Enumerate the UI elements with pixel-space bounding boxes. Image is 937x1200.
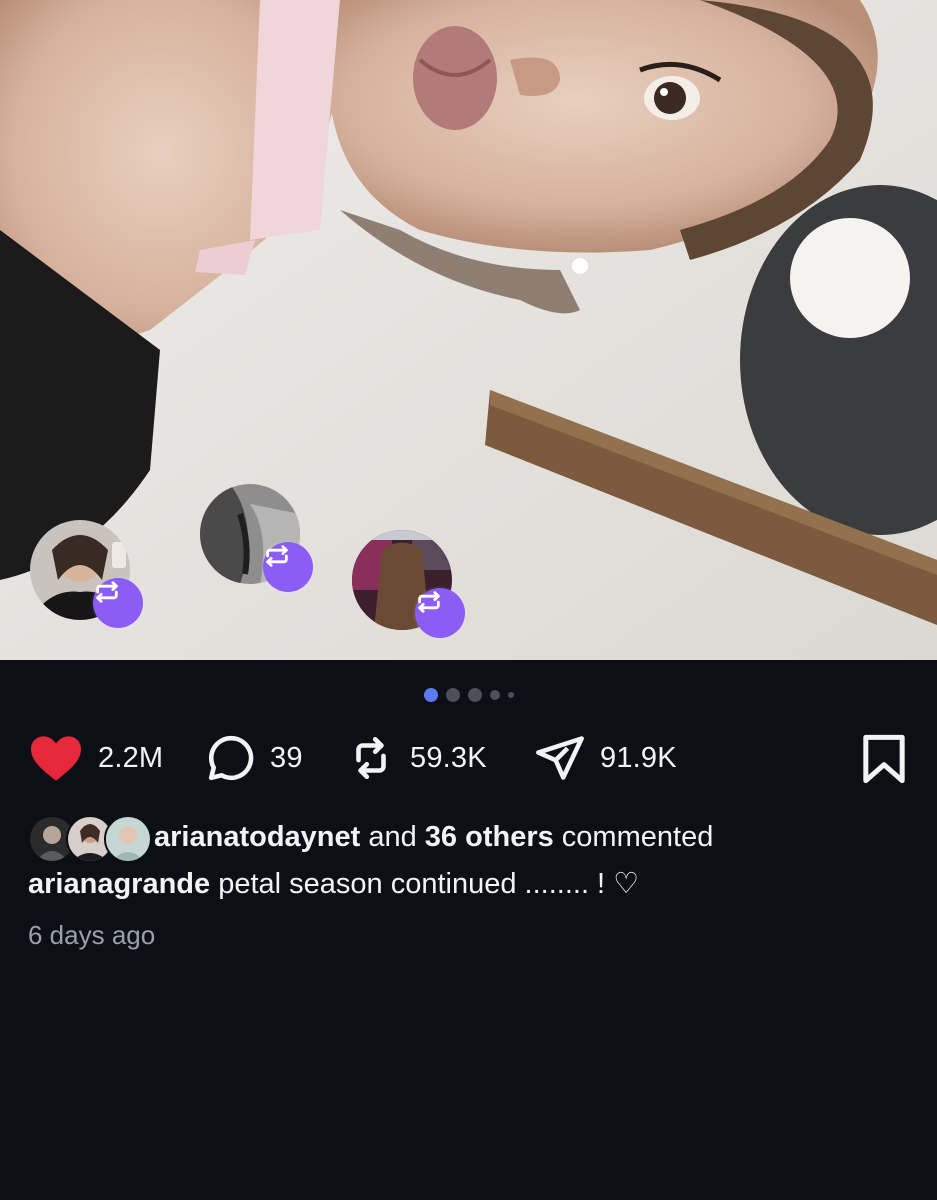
commenter-username[interactable]: arianatodaynet [154,821,360,853]
avatar [104,815,152,863]
repost-icon [93,578,143,628]
caption-text: petal season continued ........ ! ♡ [210,868,640,900]
carousel-dot[interactable] [445,688,460,702]
carousel-dot[interactable] [467,688,482,702]
carousel-dot[interactable] [507,692,514,698]
commenter-avatars [28,813,152,863]
commenters-summary[interactable]: arianatodaynet and 36 others commented [28,812,713,863]
heart-icon [31,736,81,781]
like-button[interactable]: 2.2M [28,728,163,788]
post-caption: arianagrande petal season continued ....… [28,866,639,901]
repost-icon [356,736,386,780]
bookmark-button[interactable] [861,734,907,789]
caption-username[interactable]: arianagrande [28,868,210,900]
commenters-text: arianatodaynet and 36 others commented [154,821,713,854]
repost-icon [415,588,465,638]
commenters-others[interactable]: 36 others [425,821,554,853]
like-count: 2.2M [98,741,164,774]
carousel-dot-active[interactable] [423,688,438,702]
repost-avatar[interactable] [30,520,150,630]
send-icon [536,736,584,780]
comment-icon [208,735,254,781]
repost-icon [263,542,313,592]
bookmark-icon [863,734,905,784]
post-timestamp: 6 days ago [28,920,156,950]
share-count: 91.9K [600,741,677,774]
commenters-suffix: commented [553,820,714,853]
action-bar: 2.2M 39 59.3K 91.9K [0,728,937,788]
share-button[interactable]: 91.9K [534,728,677,788]
carousel-indicator[interactable] [0,687,937,703]
repost-button[interactable]: 59.3K [346,728,487,788]
commenters-connector: and [360,820,425,853]
comment-count: 39 [270,741,303,774]
comment-button[interactable]: 39 [206,728,303,788]
repost-count: 59.3K [410,741,487,774]
repost-avatar[interactable] [352,530,472,640]
repost-avatar[interactable] [200,484,320,594]
post-photo[interactable] [0,0,937,660]
carousel-dot[interactable] [489,690,500,700]
